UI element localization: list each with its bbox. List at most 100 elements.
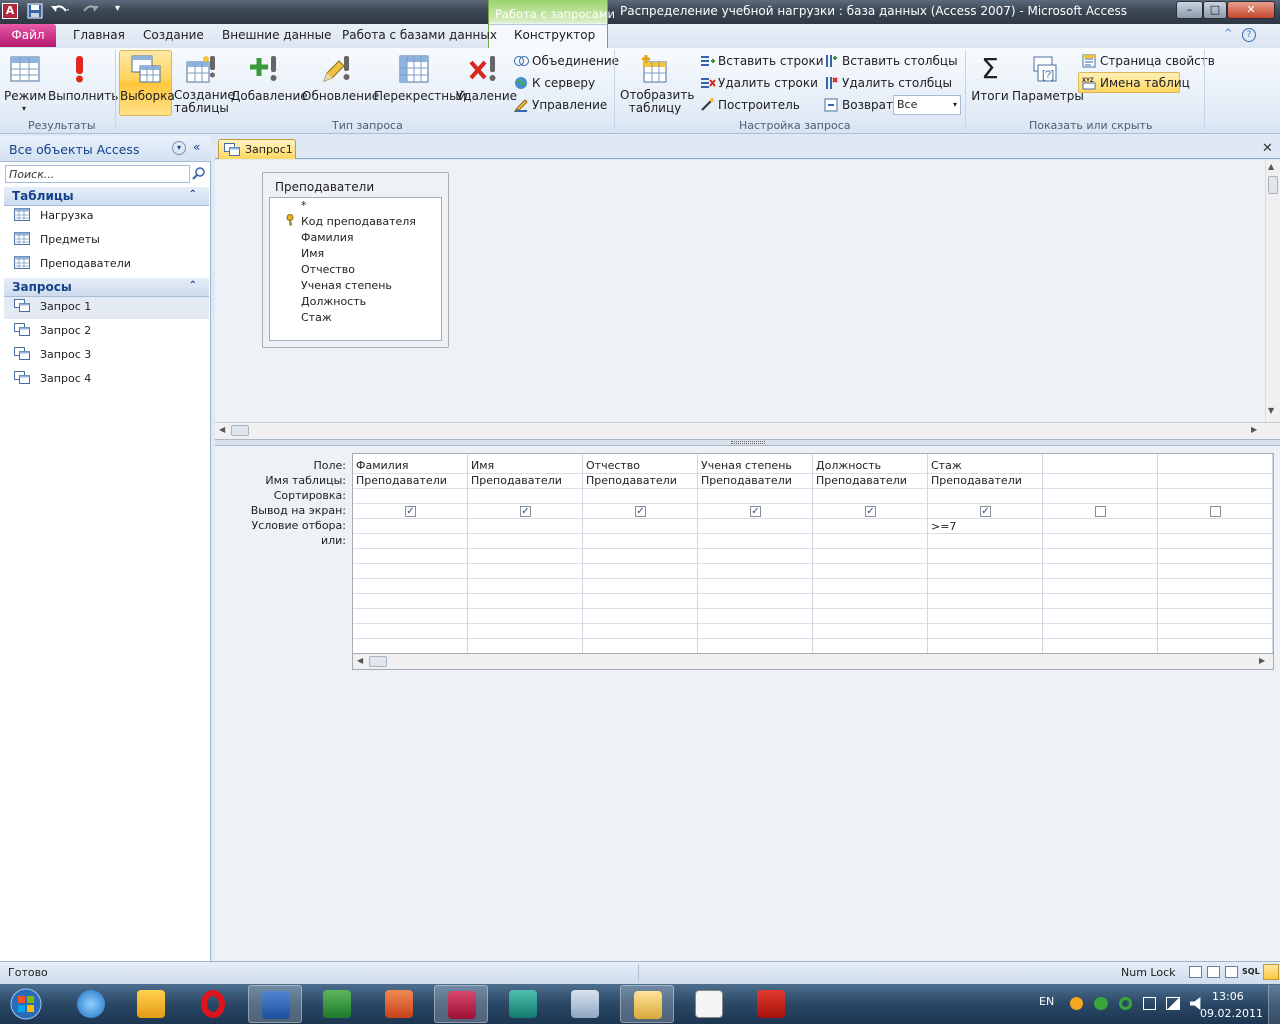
nav-item-table[interactable]: Нагрузка [14,205,204,227]
run-button[interactable]: Выполнить [48,52,118,116]
field-item[interactable]: Код преподавателя [301,215,416,228]
totals-button[interactable]: Σ Итоги [970,52,1010,116]
scroll-right-icon[interactable]: ▶ [1259,656,1265,665]
tab-create[interactable]: Создание [143,28,204,42]
close-button[interactable]: ✕ [1227,1,1275,19]
nav-header[interactable]: Все объекты Access ▾ « [0,136,211,162]
append-button[interactable]: Добавление [231,52,308,116]
clock-time[interactable]: 13:06 [1212,990,1244,1003]
nav-item-query[interactable]: Запрос 3 [14,344,204,366]
grid-field-cell[interactable]: Имя [471,459,494,472]
nav-section-queries[interactable]: Запросы ⌃ [4,278,209,297]
close-document-icon[interactable]: ✕ [1262,141,1273,156]
show-checkbox[interactable] [1095,506,1106,517]
nav-search-input[interactable]: Поиск... [5,165,190,183]
data-definition-button[interactable]: Управление [513,96,607,114]
grid-column[interactable] [1043,454,1158,653]
minimize-button[interactable]: – [1176,1,1203,19]
taskbar-excel[interactable] [310,985,364,1023]
show-checkbox[interactable]: ✓ [980,506,991,517]
flag-tray-icon[interactable] [1143,997,1156,1010]
grid-column[interactable]: Должность Преподаватели ✓ [813,454,928,653]
nav-section-tables[interactable]: Таблицы ⌃ [4,187,209,206]
property-sheet-button[interactable]: Страница свойств [1082,52,1215,70]
grid-table-cell[interactable]: Преподаватели [816,474,907,487]
splitter-grip[interactable] [731,441,765,444]
grid-field-cell[interactable]: Стаж [931,459,962,472]
grid-column[interactable]: Имя Преподаватели ✓ [468,454,583,653]
field-item[interactable]: Отчество [301,263,355,276]
scroll-left-icon[interactable]: ◀ [219,425,225,434]
scroll-down-icon[interactable]: ▼ [1268,406,1274,415]
union-button[interactable]: Объединение [514,52,619,70]
table-names-button[interactable]: XYZ Имена таблиц [1082,74,1190,92]
scroll-left-icon[interactable]: ◀ [357,656,363,665]
grid-column[interactable]: Отчество Преподаватели ✓ [583,454,698,653]
grid-column[interactable] [1158,454,1273,653]
design-view-icon[interactable] [1263,964,1279,980]
access-app-icon[interactable]: A [2,3,18,19]
update-tray-icon[interactable] [1070,997,1083,1010]
insert-rows-button[interactable]: Вставить строки [700,52,824,70]
insert-columns-button[interactable]: Вставить столбцы [824,52,958,70]
return-select[interactable]: Все ▾ [893,95,961,115]
grid-field-cell[interactable]: Должность [816,459,881,472]
update-button[interactable]: Обновление [302,52,379,116]
clock-date[interactable]: 09.02.2011 [1200,1007,1263,1020]
show-desktop-button[interactable] [1268,985,1280,1024]
field-item[interactable]: Стаж [301,311,332,324]
grid-table-cell[interactable]: Преподаватели [586,474,677,487]
grid-column[interactable]: Стаж Преподаватели ✓ >=7 [928,454,1043,653]
query-design-grid[interactable]: Фамилия Преподаватели ✓ Имя Преподаватели ✓ От… [352,453,1274,654]
show-checkbox[interactable]: ✓ [635,506,646,517]
grid-criteria-cell[interactable]: >=7 [931,520,956,533]
nav-item-query[interactable]: Запрос 1 [14,296,204,318]
grid-table-cell[interactable]: Преподаватели [471,474,562,487]
show-checkbox[interactable]: ✓ [520,506,531,517]
taskbar-publisher[interactable] [496,985,550,1023]
grid-column[interactable]: Фамилия Преподаватели ✓ [353,454,468,653]
grid-horizontal-scrollbar[interactable]: ◀ ▶ [352,654,1274,670]
show-checkbox[interactable]: ✓ [865,506,876,517]
tab-designer[interactable]: Конструктор [514,28,595,42]
datasheet-view-icon[interactable] [1189,966,1202,978]
field-item[interactable]: Ученая степень [301,279,392,292]
collapse-nav-icon[interactable]: « [193,140,200,154]
minimize-ribbon-icon[interactable]: ^ [1224,28,1232,39]
taskbar-opera[interactable] [186,985,240,1023]
taskbar-internet-explorer[interactable] [64,985,118,1023]
save-icon[interactable] [27,3,45,20]
pivot-table-view-icon[interactable] [1207,966,1220,978]
help-icon[interactable]: ? [1242,28,1256,42]
tab-database-tools[interactable]: Работа с базами данных [342,28,497,42]
crosstab-button[interactable]: Перекрестный [374,52,466,116]
grid-field-cell[interactable]: Отчество [586,459,640,472]
table-box-title[interactable]: Преподаватели [275,180,374,194]
collapse-section-icon[interactable]: ⌃ [189,189,197,200]
select-query-button[interactable]: Выборка [120,52,175,116]
pane-splitter[interactable] [215,439,1280,446]
grid-table-cell[interactable]: Преподаватели [931,474,1022,487]
show-checkbox[interactable] [1210,506,1221,517]
scroll-up-icon[interactable]: ▲ [1268,162,1274,171]
pass-through-button[interactable]: К серверу [514,74,595,92]
security-tray-icon[interactable] [1094,997,1108,1010]
taskbar-explorer[interactable] [620,985,674,1023]
field-item[interactable]: Должность [301,295,366,308]
network-tray-icon[interactable] [1166,997,1180,1010]
collapse-section-icon[interactable]: ⌃ [189,280,197,291]
delete-columns-button[interactable]: Удалить столбцы [824,74,952,92]
nav-item-table[interactable]: Предметы [14,229,204,251]
make-table-button[interactable]: Создание таблицы [174,52,235,116]
taskbar-word[interactable] [248,985,302,1023]
scroll-thumb[interactable] [369,656,387,667]
field-item[interactable]: Имя [301,247,324,260]
show-checkbox[interactable]: ✓ [750,506,761,517]
nav-item-query[interactable]: Запрос 2 [14,320,204,342]
search-icon[interactable] [192,166,206,180]
grid-column[interactable]: Ученая степень Преподаватели ✓ [698,454,813,653]
taskbar-outlook[interactable] [124,985,178,1023]
tab-file[interactable]: Файл [0,24,56,47]
taskbar-powerpoint[interactable] [372,985,426,1023]
scroll-right-icon[interactable]: ▶ [1251,425,1257,434]
